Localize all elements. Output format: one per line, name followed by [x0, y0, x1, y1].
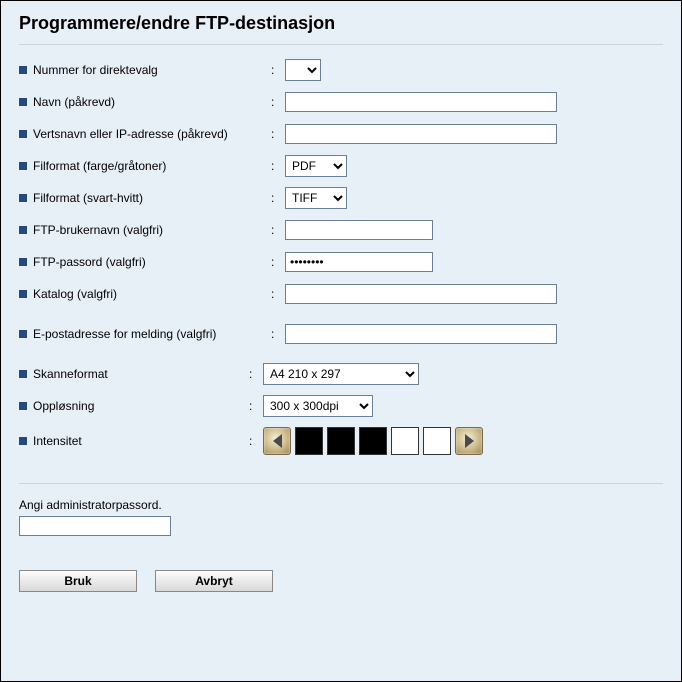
label-onetouch-text: Nummer for direktevalg [33, 63, 158, 77]
colon: : [271, 127, 285, 141]
label-scanfmt: Skanneformat [19, 367, 249, 381]
divider-bottom [19, 483, 663, 484]
row-name: Navn (påkrevd) : [19, 91, 663, 113]
label-host: Vertsnavn eller IP-adresse (påkrevd) [19, 127, 271, 141]
label-name: Navn (påkrevd) [19, 95, 271, 109]
apply-button[interactable]: Bruk [19, 570, 137, 592]
row-ftp-user: FTP-brukernavn (valgfri) : [19, 219, 663, 241]
colon: : [271, 191, 285, 205]
fmt-bw-select[interactable]: TIFF [285, 187, 347, 209]
label-intensity-text: Intensitet [33, 434, 82, 448]
ftp-user-input[interactable] [285, 220, 433, 240]
bullet-icon [19, 194, 27, 202]
label-dir-text: Katalog (valgfri) [33, 287, 117, 301]
row-onetouch: Nummer for direktevalg : [19, 59, 663, 81]
colon: : [271, 287, 285, 301]
cancel-button[interactable]: Avbryt [155, 570, 273, 592]
onetouch-select[interactable] [285, 59, 321, 81]
row-fmt-color: Filformat (farge/gråtoner) : PDF [19, 155, 663, 177]
bullet-icon [19, 130, 27, 138]
colon: : [249, 399, 263, 413]
row-ftp-pass: FTP-passord (valgfri) : [19, 251, 663, 273]
colon: : [271, 327, 285, 341]
intensity-swatch-1 [295, 427, 323, 455]
bullet-icon [19, 402, 27, 410]
colon: : [271, 255, 285, 269]
admin-label: Angi administratorpassord. [19, 498, 663, 512]
arrow-right-icon [465, 434, 474, 448]
bullet-icon [19, 98, 27, 106]
label-fmt-bw: Filformat (svart-hvitt) [19, 191, 271, 205]
page-container: Programmere/endre FTP-destinasjon Nummer… [0, 0, 682, 682]
label-fmt-color-text: Filformat (farge/gråtoner) [33, 159, 166, 173]
label-resolution: Oppløsning [19, 399, 249, 413]
dir-input[interactable] [285, 284, 557, 304]
bullet-icon [19, 162, 27, 170]
row-email: E-postadresse for melding (valgfri) : [19, 323, 663, 345]
label-fmt-color: Filformat (farge/gråtoner) [19, 159, 271, 173]
label-email-text: E-postadresse for melding (valgfri) [33, 327, 216, 341]
label-onetouch: Nummer for direktevalg [19, 63, 271, 77]
arrow-left-icon [273, 434, 282, 448]
host-input[interactable] [285, 124, 557, 144]
intensity-controls [263, 427, 483, 455]
label-resolution-text: Oppløsning [33, 399, 94, 413]
label-ftp-user: FTP-brukernavn (valgfri) [19, 223, 271, 237]
admin-password-input[interactable] [19, 516, 171, 536]
ftp-pass-input[interactable] [285, 252, 433, 272]
label-dir: Katalog (valgfri) [19, 287, 271, 301]
label-fmt-bw-text: Filformat (svart-hvitt) [33, 191, 143, 205]
scanfmt-select[interactable]: A4 210 x 297 [263, 363, 419, 385]
label-email: E-postadresse for melding (valgfri) [19, 327, 271, 341]
name-input[interactable] [285, 92, 557, 112]
colon: : [271, 223, 285, 237]
label-ftp-pass-text: FTP-passord (valgfri) [33, 255, 146, 269]
divider-top [19, 44, 663, 45]
intensity-swatch-2 [327, 427, 355, 455]
colon: : [271, 63, 285, 77]
bullet-icon [19, 258, 27, 266]
colon: : [271, 159, 285, 173]
intensity-decrease-button[interactable] [263, 427, 291, 455]
intensity-increase-button[interactable] [455, 427, 483, 455]
label-host-text: Vertsnavn eller IP-adresse (påkrevd) [33, 127, 228, 141]
colon: : [249, 367, 263, 381]
bullet-icon [19, 66, 27, 74]
bullet-icon [19, 226, 27, 234]
bullet-icon [19, 330, 27, 338]
label-ftp-user-text: FTP-brukernavn (valgfri) [33, 223, 163, 237]
row-host: Vertsnavn eller IP-adresse (påkrevd) : [19, 123, 663, 145]
button-row: Bruk Avbryt [19, 570, 663, 592]
bullet-icon [19, 370, 27, 378]
bullet-icon [19, 290, 27, 298]
intensity-swatch-5 [423, 427, 451, 455]
intensity-swatch-3 [359, 427, 387, 455]
row-resolution: Oppløsning : 300 x 300dpi [19, 395, 663, 417]
colon: : [271, 95, 285, 109]
row-scanfmt: Skanneformat : A4 210 x 297 [19, 363, 663, 385]
label-scanfmt-text: Skanneformat [33, 367, 108, 381]
intensity-swatch-4 [391, 427, 419, 455]
bullet-icon [19, 437, 27, 445]
row-intensity: Intensitet : [19, 427, 663, 455]
label-name-text: Navn (påkrevd) [33, 95, 115, 109]
label-ftp-pass: FTP-passord (valgfri) [19, 255, 271, 269]
resolution-select[interactable]: 300 x 300dpi [263, 395, 373, 417]
admin-section: Angi administratorpassord. [19, 498, 663, 536]
fmt-color-select[interactable]: PDF [285, 155, 347, 177]
row-fmt-bw: Filformat (svart-hvitt) : TIFF [19, 187, 663, 209]
email-input[interactable] [285, 324, 557, 344]
colon: : [249, 434, 263, 448]
row-dir: Katalog (valgfri) : [19, 283, 663, 305]
page-title: Programmere/endre FTP-destinasjon [19, 13, 663, 34]
label-intensity: Intensitet [19, 434, 249, 448]
